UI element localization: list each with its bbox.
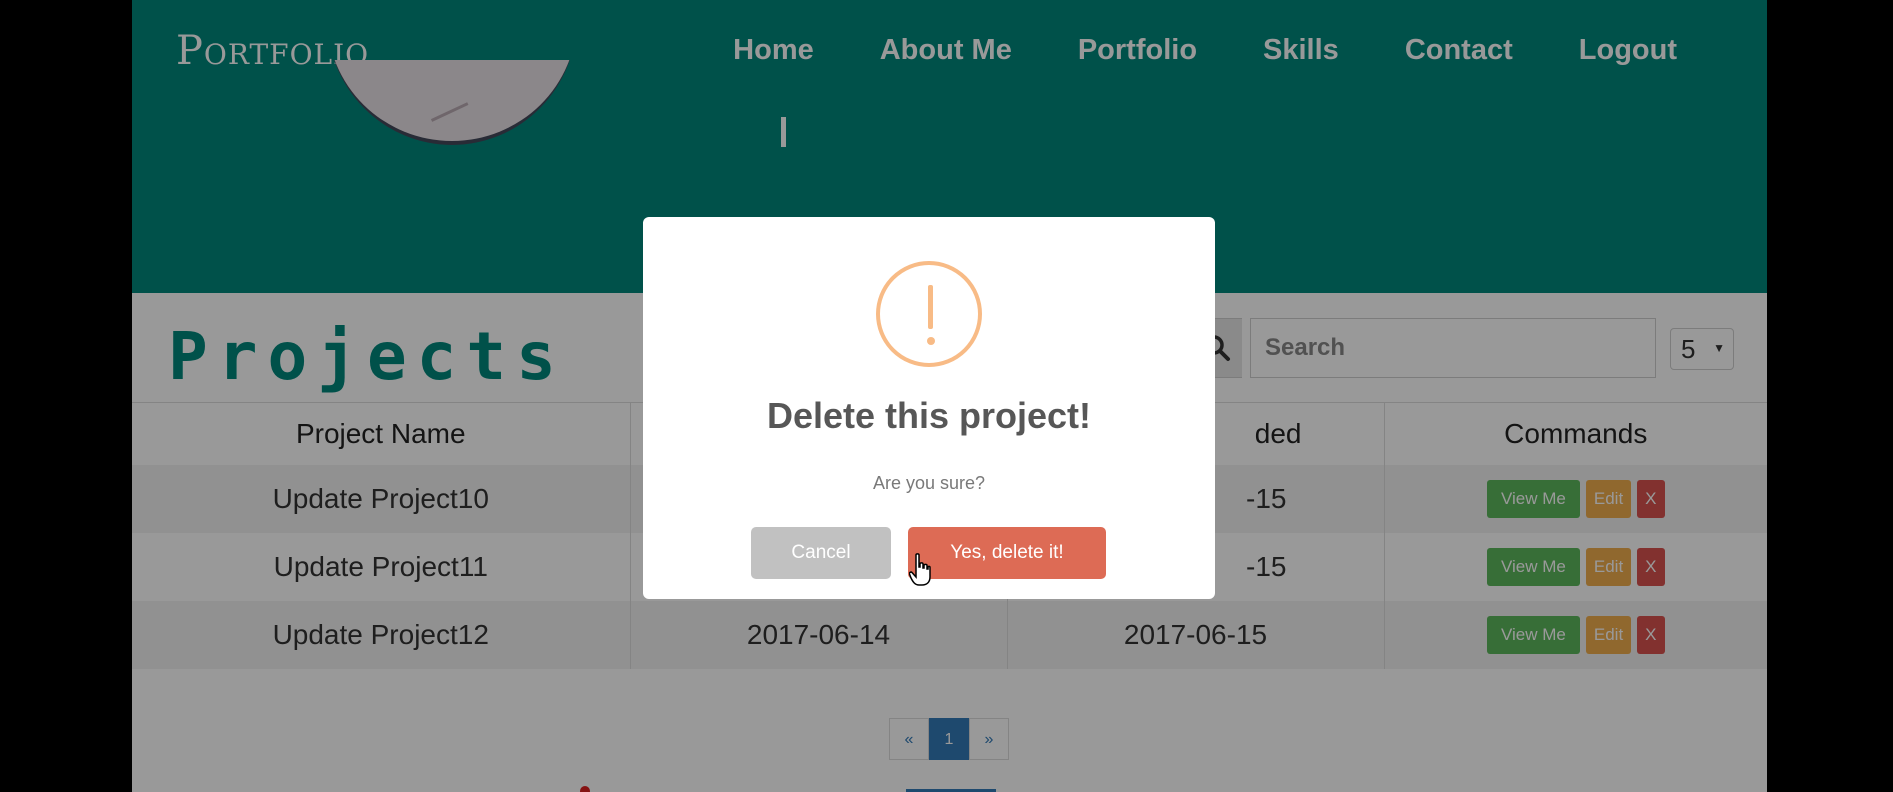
confirm-dialog: Delete this project! Are you sure? Cance… <box>643 217 1215 599</box>
dialog-title: Delete this project! <box>766 395 1092 436</box>
cancel-button[interactable]: Cancel <box>751 527 891 579</box>
dialog-text: Are you sure? <box>872 473 986 493</box>
warning-exclamation-icon <box>876 261 982 367</box>
hand-cursor-icon <box>908 553 931 592</box>
confirm-delete-button[interactable]: Yes, delete it! <box>908 527 1106 579</box>
